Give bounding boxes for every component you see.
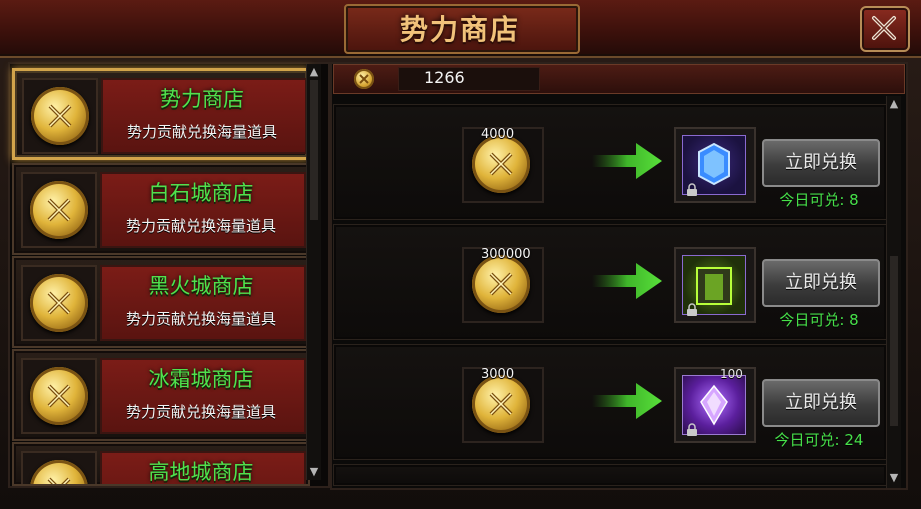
daily-limit: 今日可兑: 8 xyxy=(779,311,859,329)
exchange-row: 3000 100 立即兑换 今日可兑: 24 xyxy=(333,344,887,460)
cost-amount: 300000 xyxy=(481,247,531,262)
currency-value: 1266 xyxy=(424,68,465,87)
arrow-right-icon xyxy=(592,383,662,419)
shop-description: 势力贡献兑换海量道具 xyxy=(125,310,276,328)
faction-coin-icon xyxy=(30,367,88,425)
shop-icon-frame xyxy=(21,172,97,248)
lock-icon xyxy=(687,183,697,196)
arrow-right-icon xyxy=(592,263,662,299)
faction-coin-icon xyxy=(30,181,88,239)
exchange-button[interactable]: 立即兑换 xyxy=(762,139,880,187)
shop-item-highland[interactable]: 高地城商店 xyxy=(12,442,310,486)
shop-icon-frame xyxy=(22,78,98,154)
scroll-thumb[interactable] xyxy=(890,256,898,426)
cost-amount: 4000 xyxy=(481,127,515,142)
window-title: 势力商店 xyxy=(399,13,520,46)
scroll-up-icon[interactable]: ▲ xyxy=(888,98,900,110)
shop-list-scrollbar[interactable]: ▲ ▼ xyxy=(306,64,321,480)
exchange-row: 4000 立即兑换 今日可兑: 8 xyxy=(333,104,887,220)
shop-item-black-fire[interactable]: 黑火城商店 势力贡献兑换海量道具 xyxy=(12,256,310,348)
cost-amount: 3000 xyxy=(481,367,515,382)
shop-item-white-stone[interactable]: 白石城商店 势力贡献兑换海量道具 xyxy=(12,163,310,255)
scroll-down-icon[interactable]: ▼ xyxy=(888,472,900,484)
faction-coin-icon xyxy=(472,255,530,313)
exchange-list-scrollbar[interactable]: ▲ ▼ xyxy=(886,96,901,488)
close-icon xyxy=(872,16,896,40)
daily-limit: 今日可兑: 8 xyxy=(779,191,859,209)
shop-name: 冰霜城商店 xyxy=(148,367,254,391)
exchange-button[interactable]: 立即兑换 xyxy=(762,379,880,427)
faction-coin-icon xyxy=(30,460,88,484)
shop-name: 白石城商店 xyxy=(148,181,254,205)
faction-coin-icon xyxy=(472,135,530,193)
faction-coin-icon xyxy=(30,274,88,332)
lock-icon xyxy=(687,303,697,316)
shop-item-faction[interactable]: 势力商店 势力贡献兑换海量道具 xyxy=(12,68,310,160)
shop-name: 高地城商店 xyxy=(148,460,254,484)
exchange-row-partial xyxy=(333,464,887,486)
shop-item-frost[interactable]: 冰霜城商店 势力贡献兑换海量道具 xyxy=(12,349,310,441)
shop-name: 黑火城商店 xyxy=(148,274,254,298)
shop-name: 势力商店 xyxy=(160,87,244,111)
scroll-up-icon[interactable]: ▲ xyxy=(308,66,320,78)
exchange-button[interactable]: 立即兑换 xyxy=(762,259,880,307)
close-button[interactable] xyxy=(860,6,910,52)
scroll-down-icon[interactable]: ▼ xyxy=(308,466,320,478)
shop-icon-frame xyxy=(21,265,97,341)
shop-description: 势力贡献兑换海量道具 xyxy=(126,123,277,141)
daily-limit: 今日可兑: 24 xyxy=(774,431,864,449)
exchange-row: 300000 立即兑换 今日可兑: 8 xyxy=(333,224,887,340)
shop-description: 势力贡献兑换海量道具 xyxy=(125,217,276,235)
shop-icon-frame xyxy=(21,451,97,484)
shop-description: 势力贡献兑换海量道具 xyxy=(125,403,276,421)
currency-value-box xyxy=(398,67,540,91)
scroll-thumb[interactable] xyxy=(310,80,318,220)
faction-coin-icon xyxy=(472,375,530,433)
reward-count: 100 xyxy=(720,367,743,381)
faction-coin-icon xyxy=(31,87,89,145)
arrow-right-icon xyxy=(592,143,662,179)
faction-coin-icon xyxy=(354,69,374,89)
shop-icon-frame xyxy=(21,358,97,434)
lock-icon xyxy=(687,423,697,436)
